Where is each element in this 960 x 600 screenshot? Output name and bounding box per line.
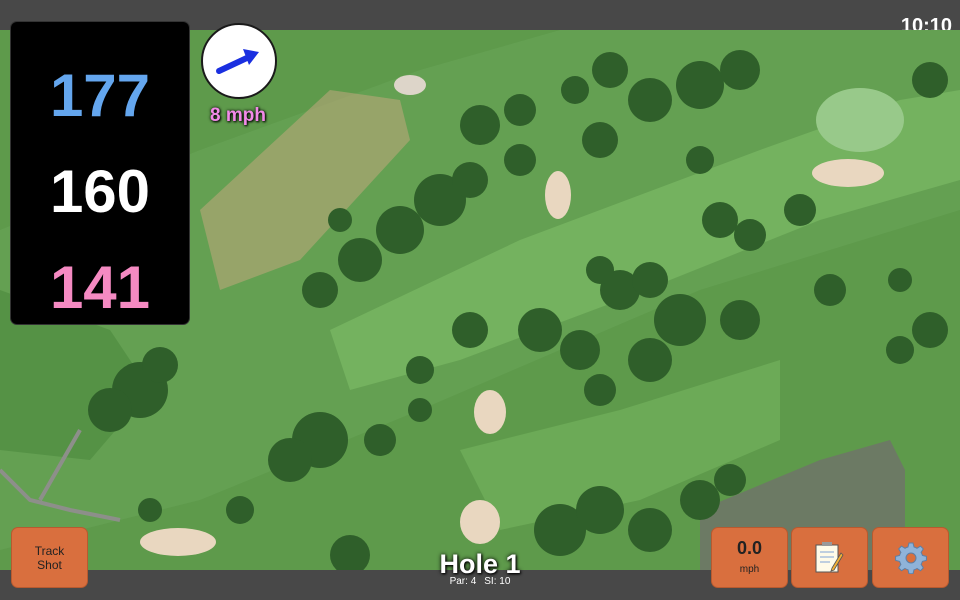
back-distance: 177	[49, 62, 151, 129]
speed-value: 0.0	[736, 538, 763, 558]
speed-readout-button[interactable]: 0.0 mph	[712, 528, 787, 587]
track-shot-label-line1: Track	[34, 544, 65, 558]
track-shot-button[interactable]: Track Shot	[12, 528, 87, 587]
settings-button[interactable]	[873, 528, 948, 587]
middle-distance: 160	[49, 158, 151, 225]
speed-unit: mph	[739, 564, 760, 575]
hole-info: Par: 4 SI: 10	[380, 576, 580, 587]
hole-par: Par: 4	[449, 576, 477, 587]
track-shot-label-line2: Shot	[37, 558, 62, 572]
wind-arrow-icon	[216, 49, 259, 74]
notepad-icon	[815, 542, 844, 573]
gear-icon	[895, 542, 927, 574]
front-distance: 141	[49, 254, 151, 321]
notes-button[interactable]	[792, 528, 867, 587]
wind-speed-label: 8 mph	[210, 105, 266, 126]
wind-direction-dial	[201, 23, 277, 99]
hole-stroke-index: SI: 10	[484, 576, 511, 587]
distance-panel: 177 160 141	[11, 22, 189, 324]
